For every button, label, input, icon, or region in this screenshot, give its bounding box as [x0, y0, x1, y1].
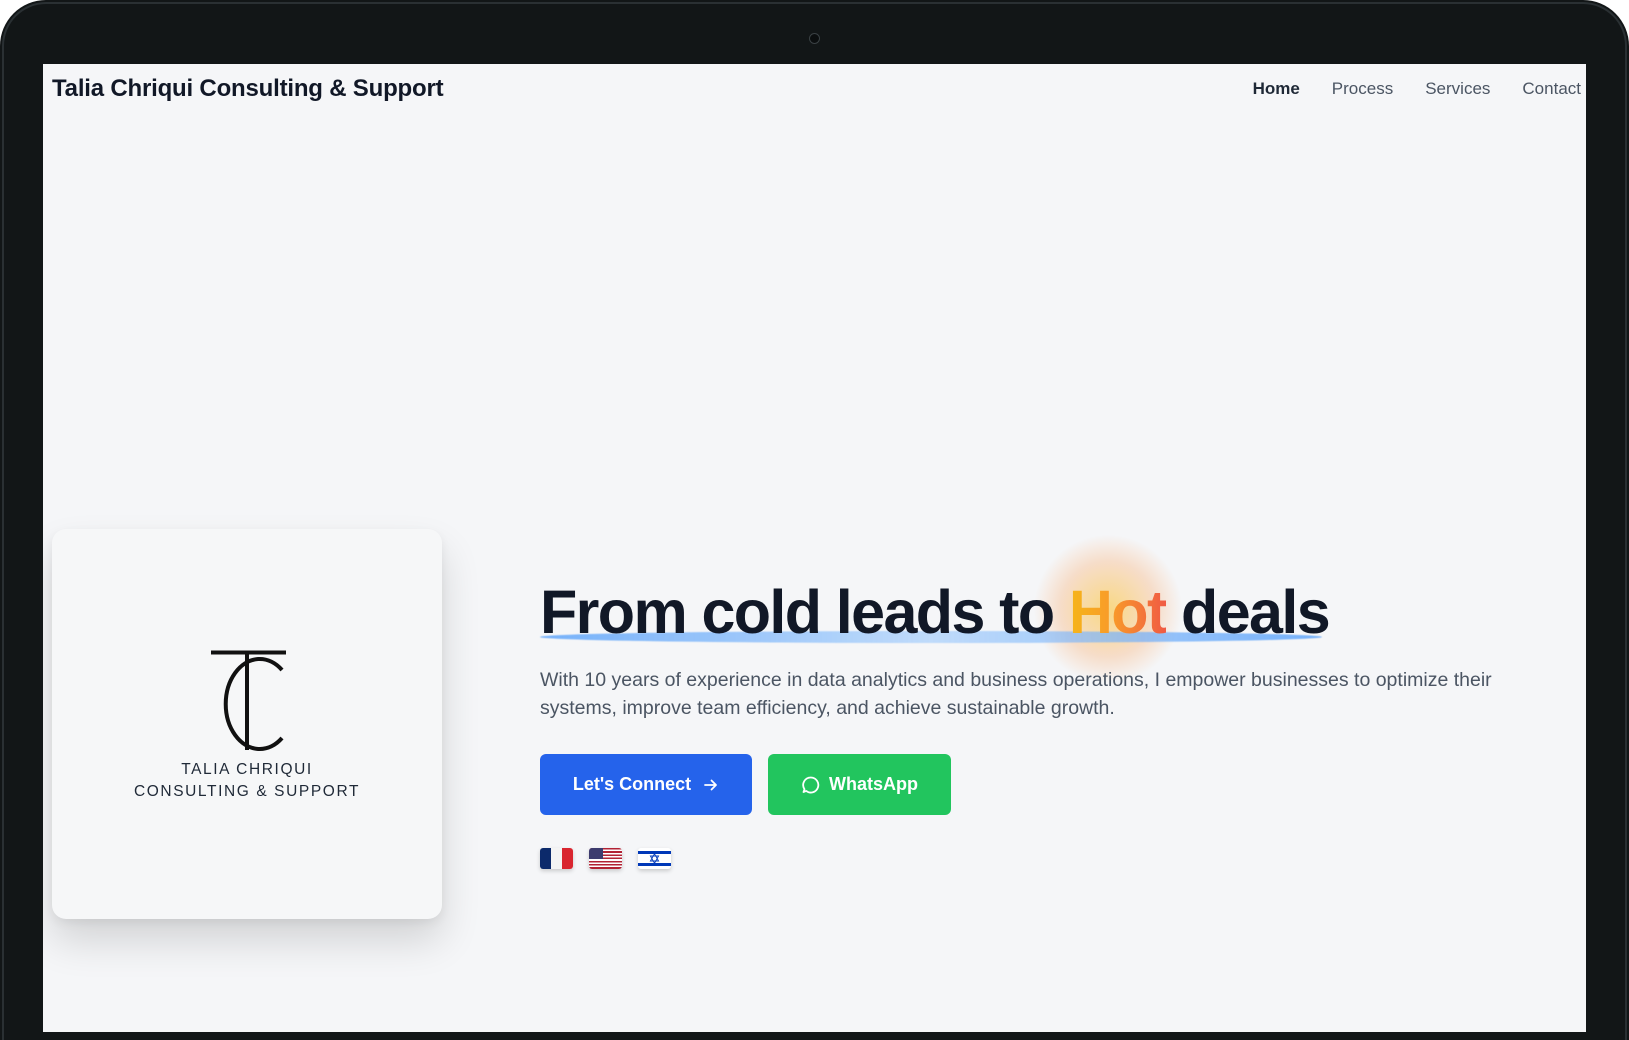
flag-france-icon[interactable] [540, 848, 573, 869]
flag-usa-icon[interactable] [589, 848, 622, 869]
lets-connect-button[interactable]: Let's Connect [540, 754, 752, 815]
nav-link-process[interactable]: Process [1332, 79, 1393, 99]
logo-text-name: TALIA CHRIQUI [181, 761, 313, 778]
site-brand[interactable]: Talia Chriqui Consulting & Support [52, 75, 444, 103]
lets-connect-label: Let's Connect [572, 774, 692, 794]
nav-link-contact[interactable]: Contact [1522, 79, 1581, 99]
whatsapp-button[interactable]: WhatsApp [768, 754, 951, 815]
whatsapp-icon [802, 776, 820, 793]
nav-link-services[interactable]: Services [1425, 79, 1490, 99]
camera-icon [809, 33, 820, 44]
hero-title-start: From cold leads to [540, 578, 1069, 646]
tc-monogram-logo [211, 650, 286, 751]
site-header: Talia Chriqui Consulting & Support Home … [43, 64, 1586, 120]
arrow-right-icon [704, 779, 718, 790]
hero-title-highlight: Hot [1068, 578, 1167, 646]
whatsapp-label: WhatsApp [829, 774, 918, 794]
main-nav: Home Process Services Contact [1221, 79, 1581, 99]
browser-viewport: Talia Chriqui Consulting & Support Home … [43, 64, 1586, 1032]
laptop-frame: Talia Chriqui Consulting & Support Home … [0, 0, 1629, 1040]
hero-title: From cold leads to Hot deals [540, 576, 1331, 649]
nav-link-home[interactable]: Home [1253, 79, 1300, 99]
logo-card: TALIA CHRIQUI CONSULTING & SUPPORT [52, 529, 442, 919]
hero-description: With 10 years of experience in data anal… [540, 669, 1492, 719]
flag-israel-icon[interactable] [638, 848, 671, 869]
language-selector [540, 848, 687, 869]
logo-text-tagline: CONSULTING & SUPPORT [133, 783, 361, 800]
hero-title-end: deals [1165, 578, 1331, 646]
